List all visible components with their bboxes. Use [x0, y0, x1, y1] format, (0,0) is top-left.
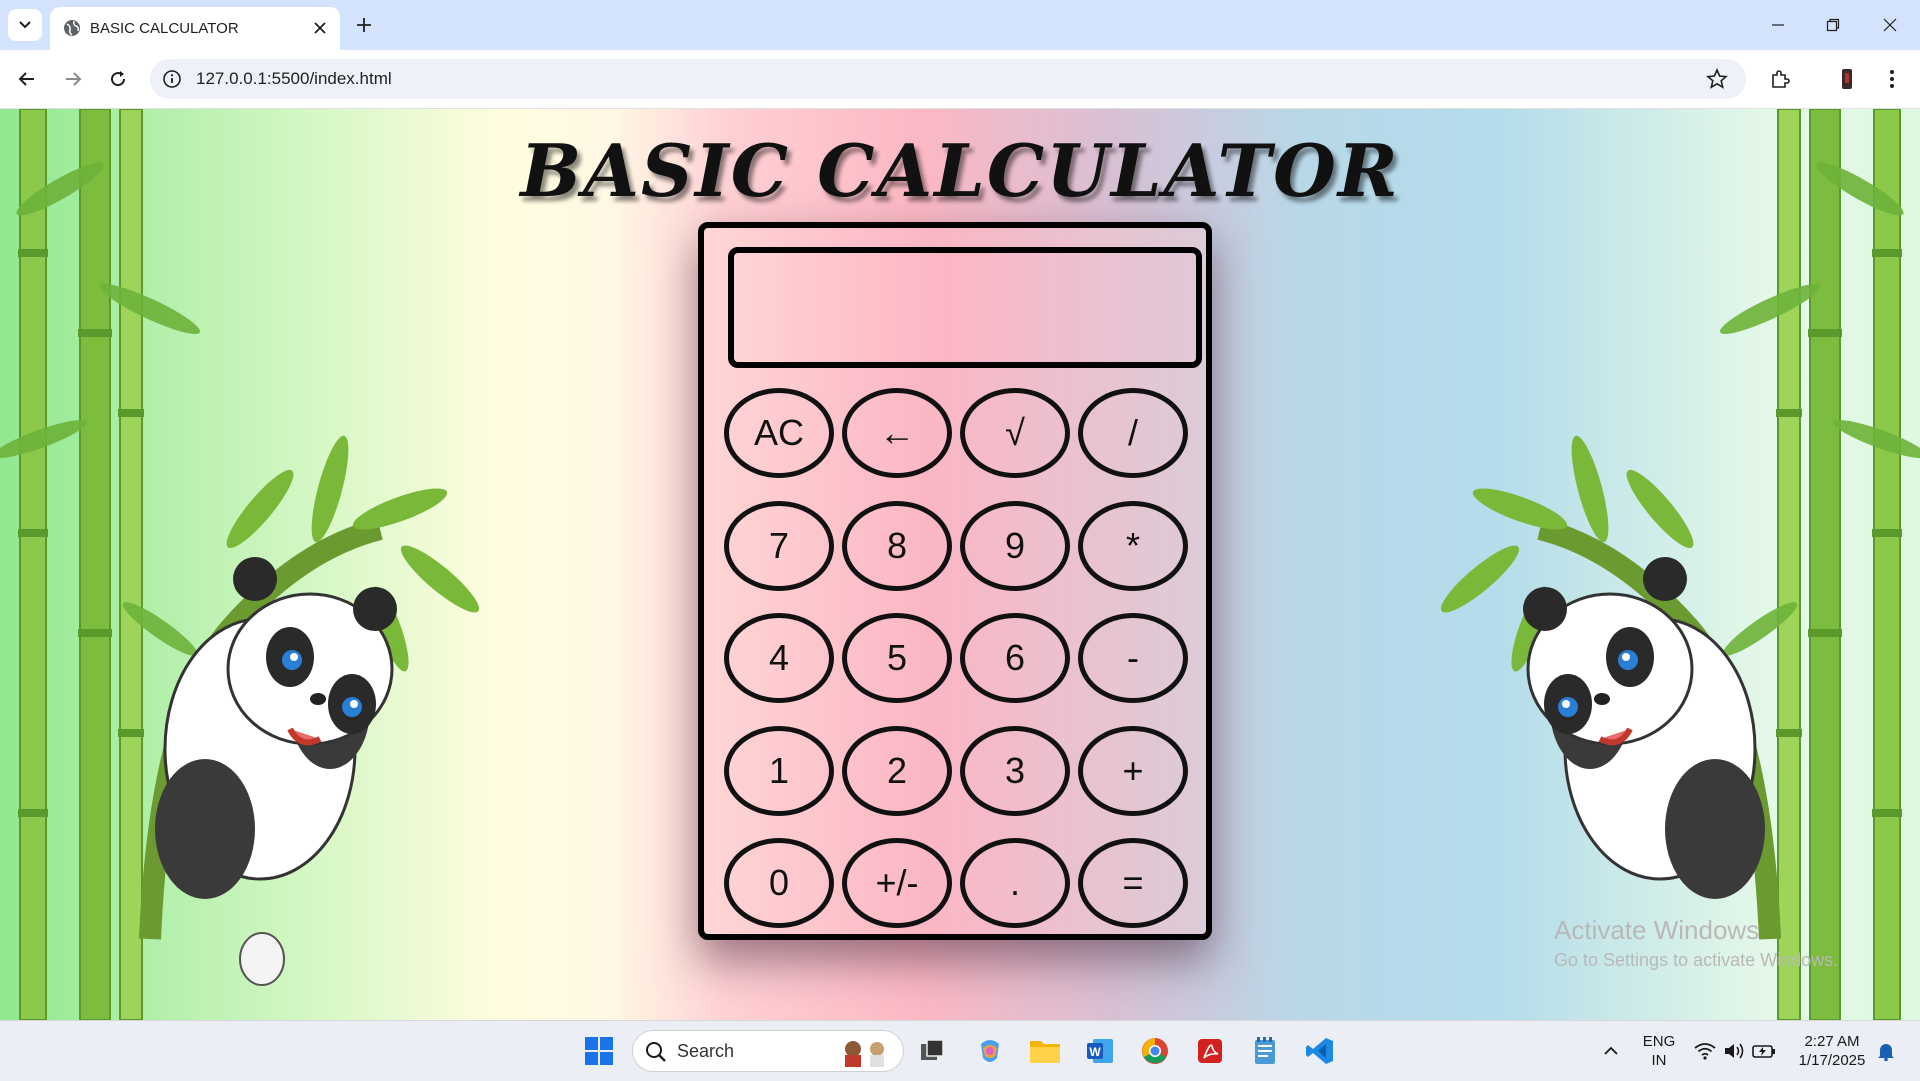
plus-icon — [357, 18, 371, 32]
minimize-icon — [1772, 24, 1784, 26]
avatar-icon — [1842, 69, 1852, 89]
url-text: 127.0.0.1:5500/index.html — [196, 69, 392, 88]
new-tab-button[interactable] — [352, 13, 376, 37]
clock-time: 2:27 AM — [1804, 1033, 1860, 1050]
tab-search-button[interactable] — [8, 9, 42, 41]
taskbar-search[interactable]: Search — [632, 1030, 904, 1072]
taskbar: Search W ENG IN 2:27 AM 1/17/2025 — [0, 1020, 1920, 1081]
activate-windows-watermark: Activate Windows Go to Settings to activ… — [1554, 915, 1838, 971]
bell-icon — [1878, 1044, 1894, 1061]
key-add[interactable]: + — [1078, 726, 1188, 816]
clock-date: 1/17/2025 — [1798, 1052, 1866, 1069]
clock[interactable]: 2:27 AM 1/17/2025 — [1792, 1032, 1872, 1070]
notifications-button[interactable] — [1868, 1033, 1904, 1069]
key-3[interactable]: 3 — [960, 726, 1070, 816]
key-subtract[interactable]: - — [1078, 613, 1188, 703]
battery-charging-icon — [1752, 1045, 1775, 1058]
extensions-button[interactable] — [1766, 65, 1794, 93]
word-button[interactable]: W — [1082, 1033, 1118, 1069]
browser-tab[interactable]: BASIC CALCULATOR — [50, 7, 340, 50]
key-sqrt[interactable]: √ — [960, 388, 1070, 478]
key-1[interactable]: 1 — [724, 726, 834, 816]
start-button[interactable] — [581, 1033, 617, 1069]
region-code: IN — [1651, 1052, 1667, 1069]
windows-logo-icon — [585, 1037, 613, 1065]
search-highlight-icon — [845, 1041, 884, 1067]
more-vertical-icon — [1890, 70, 1894, 88]
minimize-button[interactable] — [1758, 10, 1798, 40]
key-multiply[interactable]: * — [1078, 501, 1188, 591]
watermark-subtitle: Go to Settings to activate Windows. — [1554, 950, 1839, 970]
key-4[interactable]: 4 — [724, 613, 834, 703]
speaker-icon — [1725, 1043, 1744, 1059]
bookmark-star-icon[interactable] — [1706, 68, 1728, 90]
reload-icon — [111, 71, 126, 87]
acrobat-button[interactable] — [1192, 1033, 1228, 1069]
arrow-left-icon — [18, 72, 34, 86]
page-content: BASIC CALCULATOR AC ← √ / 7 8 9 * 4 5 6 … — [0, 109, 1920, 1020]
puzzle-icon — [1772, 70, 1790, 88]
notepad-icon — [1255, 1037, 1275, 1064]
key-9[interactable]: 9 — [960, 501, 1070, 591]
browser-menu-button[interactable] — [1878, 65, 1906, 93]
notepad-button[interactable] — [1247, 1033, 1283, 1069]
taskbar-search-label: Search — [677, 1041, 735, 1061]
address-bar[interactable]: 127.0.0.1:5500/index.html — [150, 59, 1746, 99]
tab-strip: BASIC CALCULATOR — [0, 0, 1920, 50]
key-6[interactable]: 6 — [960, 613, 1070, 703]
key-sign[interactable]: +/- — [842, 838, 952, 928]
globe-icon — [64, 20, 80, 36]
arrow-right-icon — [66, 72, 82, 86]
tab-title: BASIC CALCULATOR — [90, 20, 239, 37]
svg-text:W: W — [1089, 1045, 1101, 1059]
task-view-button[interactable] — [914, 1033, 950, 1069]
vscode-button[interactable] — [1302, 1033, 1338, 1069]
battery-button[interactable] — [1746, 1033, 1782, 1069]
bamboo-panda-illustration-left — [0, 109, 480, 1020]
page-title: BASIC CALCULATOR — [520, 128, 1400, 213]
language-indicator[interactable]: ENG IN — [1640, 1032, 1678, 1070]
close-window-button[interactable] — [1870, 10, 1910, 40]
language-code: ENG — [1642, 1033, 1676, 1050]
forward-button[interactable] — [59, 65, 87, 93]
calculator-display — [728, 247, 1202, 368]
show-hidden-icons-button[interactable] — [1593, 1033, 1629, 1069]
key-backspace[interactable]: ← — [842, 388, 952, 478]
key-0[interactable]: 0 — [724, 838, 834, 928]
wifi-icon — [1694, 1043, 1716, 1060]
chrome-icon — [1142, 1038, 1168, 1064]
bamboo-panda-illustration-right — [1440, 109, 1920, 1020]
chrome-button[interactable] — [1137, 1033, 1173, 1069]
reload-button[interactable] — [104, 65, 132, 93]
restore-icon — [1826, 18, 1840, 32]
folder-icon — [1030, 1041, 1060, 1063]
copilot-button[interactable] — [972, 1033, 1008, 1069]
browser-toolbar: 127.0.0.1:5500/index.html — [0, 50, 1920, 109]
file-explorer-button[interactable] — [1027, 1033, 1063, 1069]
calculator-body: AC ← √ / 7 8 9 * 4 5 6 - 1 2 3 + 0 +/- .… — [698, 222, 1212, 940]
key-8[interactable]: 8 — [842, 501, 952, 591]
chevron-down-icon — [19, 21, 31, 29]
watermark-title: Activate Windows — [1554, 915, 1760, 945]
key-ac[interactable]: AC — [724, 388, 834, 478]
vscode-icon — [1306, 1038, 1333, 1064]
key-5[interactable]: 5 — [842, 613, 952, 703]
key-2[interactable]: 2 — [842, 726, 952, 816]
copilot-icon — [981, 1040, 999, 1062]
restore-button[interactable] — [1813, 10, 1853, 40]
key-divide[interactable]: / — [1078, 388, 1188, 478]
close-icon — [1883, 18, 1897, 32]
pdf-icon — [1198, 1039, 1222, 1063]
key-7[interactable]: 7 — [724, 501, 834, 591]
back-button[interactable] — [13, 65, 41, 93]
word-icon: W — [1087, 1039, 1113, 1063]
chevron-up-icon — [1604, 1046, 1618, 1055]
search-icon — [646, 1042, 666, 1062]
profile-avatar[interactable] — [1833, 65, 1861, 93]
task-view-icon — [921, 1039, 944, 1060]
info-icon[interactable] — [162, 69, 182, 89]
key-decimal[interactable]: . — [960, 838, 1070, 928]
key-equals[interactable]: = — [1078, 838, 1188, 928]
close-tab-icon[interactable] — [310, 18, 330, 38]
